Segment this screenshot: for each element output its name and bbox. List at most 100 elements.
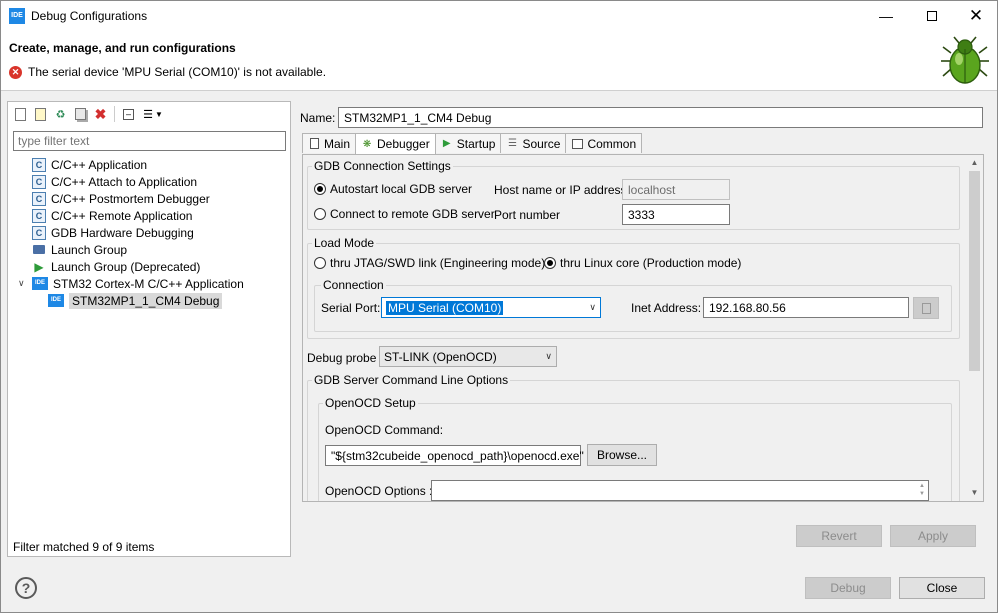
port-label: Port number (494, 208, 561, 222)
error-icon: ✕ (9, 65, 22, 79)
clipboard-button[interactable] (913, 297, 939, 319)
tree-item-c-attach[interactable]: C C/C++ Attach to Application (8, 173, 290, 190)
openocd-command-label: OpenOCD Command: (325, 423, 444, 437)
filter-icon: ☰ (143, 108, 153, 121)
new-config-icon (15, 107, 26, 121)
close-button[interactable]: Close (899, 577, 985, 599)
scroll-down-icon[interactable]: ▼ (966, 485, 983, 501)
tree-item-label: C/C++ Attach to Application (51, 174, 198, 189)
browse-button[interactable]: Browse... (587, 444, 657, 466)
openocd-setup-group: OpenOCD Setup OpenOCD Command: "${stm32c… (318, 396, 952, 501)
apply-button[interactable]: Apply (890, 525, 976, 547)
ide-icon: IDE (32, 277, 48, 290)
openocd-command-input[interactable]: "${stm32cubeide_openocd_path}\openocd.ex… (325, 445, 584, 466)
filter-input[interactable] (13, 131, 286, 151)
tree-item-launch-group[interactable]: Launch Group (8, 241, 290, 258)
port-input[interactable]: 3333 (622, 204, 730, 225)
duplicate-button[interactable] (72, 106, 89, 123)
name-input[interactable]: STM32MP1_1_CM4 Debug (338, 107, 983, 128)
radio-icon (314, 257, 326, 269)
tab-label: Main (324, 136, 351, 151)
gdb-server-options-group: GDB Server Command Line Options OpenOCD … (307, 373, 960, 501)
jtag-radio[interactable]: thru JTAG/SWD link (Engineering mode) (314, 256, 545, 270)
tree-item-c-remote[interactable]: C C/C++ Remote Application (8, 207, 290, 224)
tab-startup[interactable]: ▶ Startup (434, 133, 502, 153)
name-label: Name: (300, 111, 336, 125)
tree-item-label: C/C++ Postmortem Debugger (51, 191, 210, 206)
delete-button[interactable]: ✖ (92, 106, 109, 123)
debug-button[interactable]: Debug (805, 577, 891, 599)
tab-label: Source (522, 136, 561, 151)
scroll-up-icon[interactable]: ▲ (966, 155, 983, 171)
tree-item-gdb-hardware[interactable]: C GDB Hardware Debugging (8, 224, 290, 241)
help-icon[interactable]: ? (15, 577, 37, 599)
tab-panel-scrollbar[interactable]: ▲ ▼ (966, 155, 983, 501)
tree-item-label: GDB Hardware Debugging (51, 225, 194, 240)
connection-title: Connection (321, 278, 386, 292)
clipboard-icon (921, 302, 931, 314)
header-title: Create, manage, and run configurations (9, 41, 236, 55)
close-icon: ✕ (968, 6, 984, 25)
filter-menu-button[interactable]: ☰ ▼ (140, 106, 166, 123)
serial-port-label: Serial Port: (321, 301, 381, 315)
new-prototype-button[interactable] (32, 106, 49, 123)
revert-button[interactable]: Revert (796, 525, 882, 547)
debug-probe-label: Debug probe (307, 351, 377, 365)
openocd-options-input[interactable]: ▲ ▼ (431, 480, 929, 501)
tree-item-c-application[interactable]: C C/C++ Application (8, 156, 290, 173)
c-icon: C (32, 191, 46, 206)
inet-address-label: Inet Address: (631, 301, 702, 315)
radio-icon (314, 208, 326, 220)
tab-debugger[interactable]: ❋ Debugger (355, 133, 436, 154)
linux-core-radio[interactable]: thru Linux core (Production mode) (544, 256, 741, 270)
inet-address-input[interactable]: 192.168.80.56 (703, 297, 909, 318)
export-button[interactable]: ♻ (52, 106, 69, 123)
dialog-header: Create, manage, and run configurations ✕… (1, 31, 997, 91)
minimize-button[interactable]: — (863, 1, 909, 31)
tree-item-label: C/C++ Application (51, 157, 148, 172)
collapse-all-icon: – (123, 108, 134, 120)
debug-probe-value: ST-LINK (OpenOCD) (384, 349, 497, 364)
remote-radio[interactable]: Connect to remote GDB server (314, 207, 495, 221)
tree-item-label: Launch Group (Deprecated) (51, 259, 201, 274)
debug-probe-select[interactable]: ST-LINK (OpenOCD) ∨ (379, 346, 557, 367)
error-banner: ✕ The serial device 'MPU Serial (COM10)'… (9, 65, 326, 79)
close-window-button[interactable]: ✕ (953, 1, 998, 31)
main-tab-icon (308, 138, 320, 150)
tab-source[interactable]: ☰ Source (500, 133, 567, 153)
host-input[interactable]: localhost (622, 179, 730, 200)
tab-label: Common (587, 136, 637, 151)
scrollbar-thumb[interactable] (969, 171, 980, 371)
bug-icon (941, 36, 989, 84)
tree-item-c-postmortem[interactable]: C C/C++ Postmortem Debugger (8, 190, 290, 207)
tab-label: Startup (456, 136, 496, 151)
export-icon: ♻ (55, 108, 66, 121)
tree-item-stm32-cortex-m[interactable]: ∨ IDE STM32 Cortex-M C/C++ Application (8, 275, 290, 292)
new-prototype-icon (35, 107, 46, 121)
tree-item-label: C/C++ Remote Application (51, 208, 193, 223)
new-configuration-button[interactable] (12, 106, 29, 123)
common-tab-icon (571, 138, 583, 150)
ide-icon: IDE (48, 294, 64, 307)
tab-main[interactable]: Main (302, 133, 357, 153)
textarea-scroll-icon: ▲ ▼ (919, 483, 925, 497)
tree-item-stm32mp1-debug[interactable]: IDE STM32MP1_1_CM4 Debug (8, 292, 290, 309)
config-tabs: Main ❋ Debugger ▶ Startup ☰ Source Commo… (302, 133, 643, 154)
configuration-editor: Name: STM32MP1_1_CM4 Debug Main ❋ Debugg… (294, 101, 990, 557)
chevron-expanded-icon[interactable]: ∨ (18, 278, 32, 289)
autostart-radio[interactable]: Autostart local GDB server (314, 182, 472, 196)
tree-item-launch-group-deprecated[interactable]: ▶ Launch Group (Deprecated) (8, 258, 290, 275)
maximize-button[interactable] (909, 1, 955, 31)
serial-port-select[interactable]: MPU Serial (COM10) ∨ (381, 297, 601, 318)
collapse-all-button[interactable]: – (120, 106, 137, 123)
window-title: Debug Configurations (31, 9, 148, 23)
tree-item-label-selected: STM32MP1_1_CM4 Debug (69, 292, 223, 309)
launch-group-icon (32, 243, 46, 257)
startup-tab-icon: ▶ (442, 138, 451, 149)
tab-common[interactable]: Common (565, 133, 643, 153)
c-icon: C (32, 174, 46, 189)
serial-port-value: MPU Serial (COM10) (386, 300, 504, 315)
host-label: Host name or IP address (494, 183, 627, 197)
tab-label: Debugger (377, 137, 430, 151)
jtag-label: thru JTAG/SWD link (Engineering mode) (330, 256, 546, 270)
